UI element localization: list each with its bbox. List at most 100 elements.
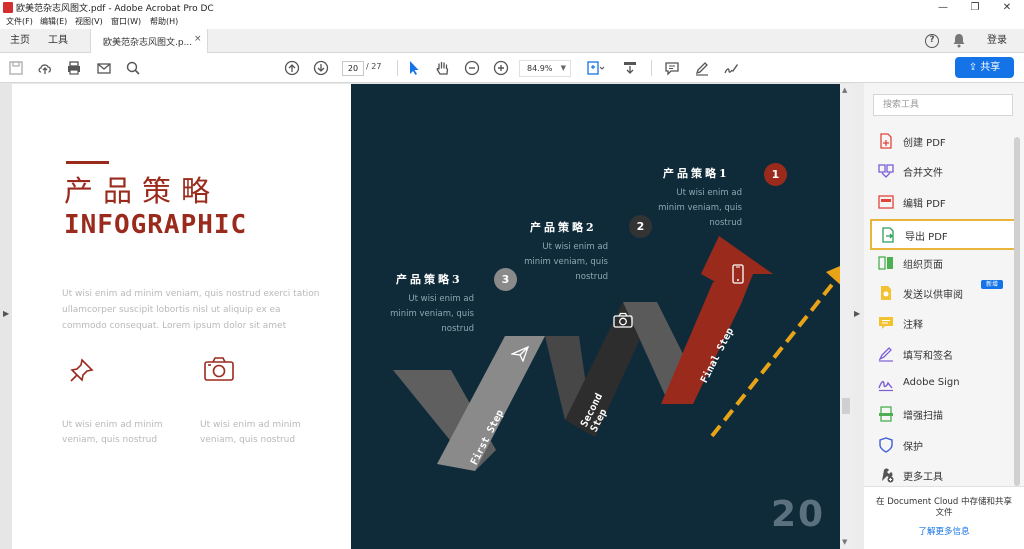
step-desc-2: Ut wisi enim ad minim veniam, quis nostr… bbox=[508, 240, 608, 285]
tool-label: 保护 bbox=[903, 442, 923, 453]
hand-tool-icon[interactable] bbox=[433, 58, 453, 78]
zoom-level-select[interactable]: 84.9% ▼ bbox=[519, 60, 571, 77]
tool-label: 注释 bbox=[903, 320, 923, 331]
annotation-arrow bbox=[710, 260, 854, 438]
restore-button[interactable]: ❐ bbox=[958, 0, 992, 15]
zoom-in-icon[interactable] bbox=[491, 58, 511, 78]
menu-file[interactable]: 文件(F) bbox=[6, 16, 33, 27]
tool-fill-sign[interactable]: 填写和签名 bbox=[870, 343, 1020, 365]
zoom-out-icon[interactable] bbox=[462, 58, 482, 78]
tool-edit-pdf[interactable]: 编辑 PDF bbox=[870, 191, 1020, 213]
tool-comment[interactable]: 注释 bbox=[870, 312, 1020, 334]
scroll-up-icon[interactable]: ▲ bbox=[842, 86, 847, 94]
combine-files-icon bbox=[878, 164, 894, 178]
scroll-down-icon[interactable]: ▼ bbox=[842, 538, 847, 546]
step-title-3: 产品策略3 bbox=[396, 273, 463, 286]
select-cursor-icon[interactable] bbox=[404, 58, 424, 78]
comment-icon[interactable] bbox=[662, 58, 682, 78]
title-accent-bar bbox=[66, 161, 109, 164]
tool-protect[interactable]: 保护 bbox=[870, 434, 1020, 456]
tab-home[interactable]: 主页 bbox=[2, 29, 38, 53]
page-title-chinese: 产品策略 bbox=[64, 174, 221, 208]
tab-document[interactable]: 欧美范杂志风图文.p... × bbox=[90, 29, 208, 54]
bell-icon[interactable] bbox=[952, 33, 966, 51]
tab-bar: 主页 工具 欧美范杂志风图文.p... × ? 登录 bbox=[0, 29, 1024, 54]
comment-icon bbox=[879, 317, 893, 329]
caption-right: Ut wisi enim ad minim veniam, quis nostr… bbox=[200, 420, 301, 445]
scrollbar-thumb[interactable] bbox=[842, 398, 850, 414]
document-scrollbar[interactable]: ▲ ▼ bbox=[840, 84, 852, 549]
page-display-icon[interactable] bbox=[583, 58, 609, 78]
previous-page-icon[interactable] bbox=[282, 58, 302, 78]
step-desc-1-line: nostrud bbox=[709, 218, 742, 228]
tool-create-pdf[interactable]: 创建 PDF bbox=[870, 130, 1020, 152]
toolbar: 20 / 27 84.9% ▼ ⇪ 共享 bbox=[0, 53, 1024, 83]
toolbar-divider bbox=[397, 60, 398, 76]
new-badge: 新增 bbox=[981, 280, 1003, 289]
help-icon[interactable]: ? bbox=[925, 34, 939, 48]
next-page-icon[interactable] bbox=[311, 58, 331, 78]
tool-label: 增强扫描 bbox=[903, 411, 943, 422]
paper-plane-icon bbox=[509, 345, 530, 365]
step-desc-2-line: Ut wisi enim ad bbox=[542, 242, 608, 252]
page-title-english: INFOGRAPHIC bbox=[64, 210, 248, 240]
tool-label: 组织页面 bbox=[903, 260, 943, 271]
left-pane-toggle[interactable]: ▶ bbox=[0, 83, 12, 549]
menu-help[interactable]: 帮助(H) bbox=[150, 16, 178, 27]
fill-sign-icon bbox=[878, 347, 893, 362]
tab-tools[interactable]: 工具 bbox=[40, 29, 76, 53]
email-icon[interactable] bbox=[94, 58, 114, 78]
tool-combine-files[interactable]: 合并文件 bbox=[870, 160, 1020, 182]
step-desc-3: Ut wisi enim ad minim veniam, quis nostr… bbox=[374, 292, 474, 337]
tool-export-pdf[interactable]: 导出 PDF bbox=[870, 219, 1020, 250]
share-label: 共享 bbox=[980, 62, 1001, 73]
chevron-down-icon: ▼ bbox=[560, 64, 566, 72]
tool-label: 发送以供审阅 bbox=[903, 290, 963, 301]
step-title-2: 产品策略2 bbox=[530, 221, 597, 234]
intro-paragraph: Ut wisi enim ad minim veniam, quis nostr… bbox=[62, 289, 320, 331]
menu-view[interactable]: 视图(V) bbox=[75, 16, 103, 27]
camera-icon bbox=[613, 312, 633, 331]
more-tools-icon bbox=[880, 468, 894, 483]
menu-window[interactable]: 窗口(W) bbox=[111, 16, 141, 27]
search-tools-input[interactable]: 搜索工具 bbox=[873, 94, 1013, 116]
acrobat-app-icon bbox=[3, 2, 13, 13]
chevron-right-icon: ▶ bbox=[3, 309, 10, 318]
close-tab-icon[interactable]: × bbox=[194, 34, 202, 44]
tool-more-tools[interactable]: 更多工具 bbox=[870, 464, 1020, 486]
organize-pages-icon bbox=[878, 256, 893, 270]
tool-adobe-sign[interactable]: Adobe Sign bbox=[870, 373, 1020, 395]
scroll-mode-icon[interactable] bbox=[620, 58, 640, 78]
title-bar: 欧美范杂志风图文.pdf - Adobe Acrobat Pro DC — ❐ … bbox=[0, 0, 1024, 15]
step-badge-1: 1 bbox=[764, 163, 787, 186]
step-desc-3-line: Ut wisi enim ad bbox=[408, 294, 474, 304]
menu-edit[interactable]: 编辑(E) bbox=[40, 16, 67, 27]
save-icon[interactable] bbox=[6, 58, 26, 78]
page-count: / 27 bbox=[366, 62, 382, 71]
step-desc-2-line: minim veniam, quis bbox=[524, 257, 608, 267]
window-title: 欧美范杂志风图文.pdf - Adobe Acrobat Pro DC bbox=[16, 4, 214, 14]
sign-icon[interactable] bbox=[721, 58, 741, 78]
tools-pane-toggle[interactable]: ▶ bbox=[852, 83, 864, 549]
tool-organize-pages[interactable]: 组织页面 bbox=[870, 252, 1020, 274]
page-number-input[interactable]: 20 bbox=[342, 61, 364, 76]
step-desc-1-line: Ut wisi enim ad bbox=[676, 188, 742, 198]
create-pdf-icon bbox=[880, 133, 892, 149]
search-zoom-icon[interactable] bbox=[123, 58, 143, 78]
tools-pane-scrollbar[interactable] bbox=[1014, 137, 1020, 486]
print-icon[interactable] bbox=[64, 58, 84, 78]
step-desc-1-line: minim veniam, quis bbox=[658, 203, 742, 213]
tool-enhance-scans[interactable]: 增强扫描 bbox=[870, 403, 1020, 425]
tool-label: 编辑 PDF bbox=[903, 199, 946, 210]
send-for-review-icon bbox=[881, 286, 891, 300]
share-button[interactable]: ⇪ 共享 bbox=[955, 57, 1014, 78]
minimize-button[interactable]: — bbox=[926, 0, 960, 15]
menu-bar: 文件(F) 编辑(E) 视图(V) 窗口(W) 帮助(H) bbox=[0, 15, 1024, 29]
cloud-upload-icon[interactable] bbox=[35, 58, 55, 78]
login-button[interactable]: 登录 bbox=[980, 29, 1014, 53]
highlight-pen-icon[interactable] bbox=[692, 58, 712, 78]
document-tab-label: 欧美范杂志风图文.p... bbox=[103, 38, 193, 48]
step-desc-2-line: nostrud bbox=[575, 272, 608, 282]
learn-more-link[interactable]: 了解更多信息 bbox=[872, 525, 1016, 537]
close-window-button[interactable]: ✕ bbox=[990, 0, 1024, 15]
